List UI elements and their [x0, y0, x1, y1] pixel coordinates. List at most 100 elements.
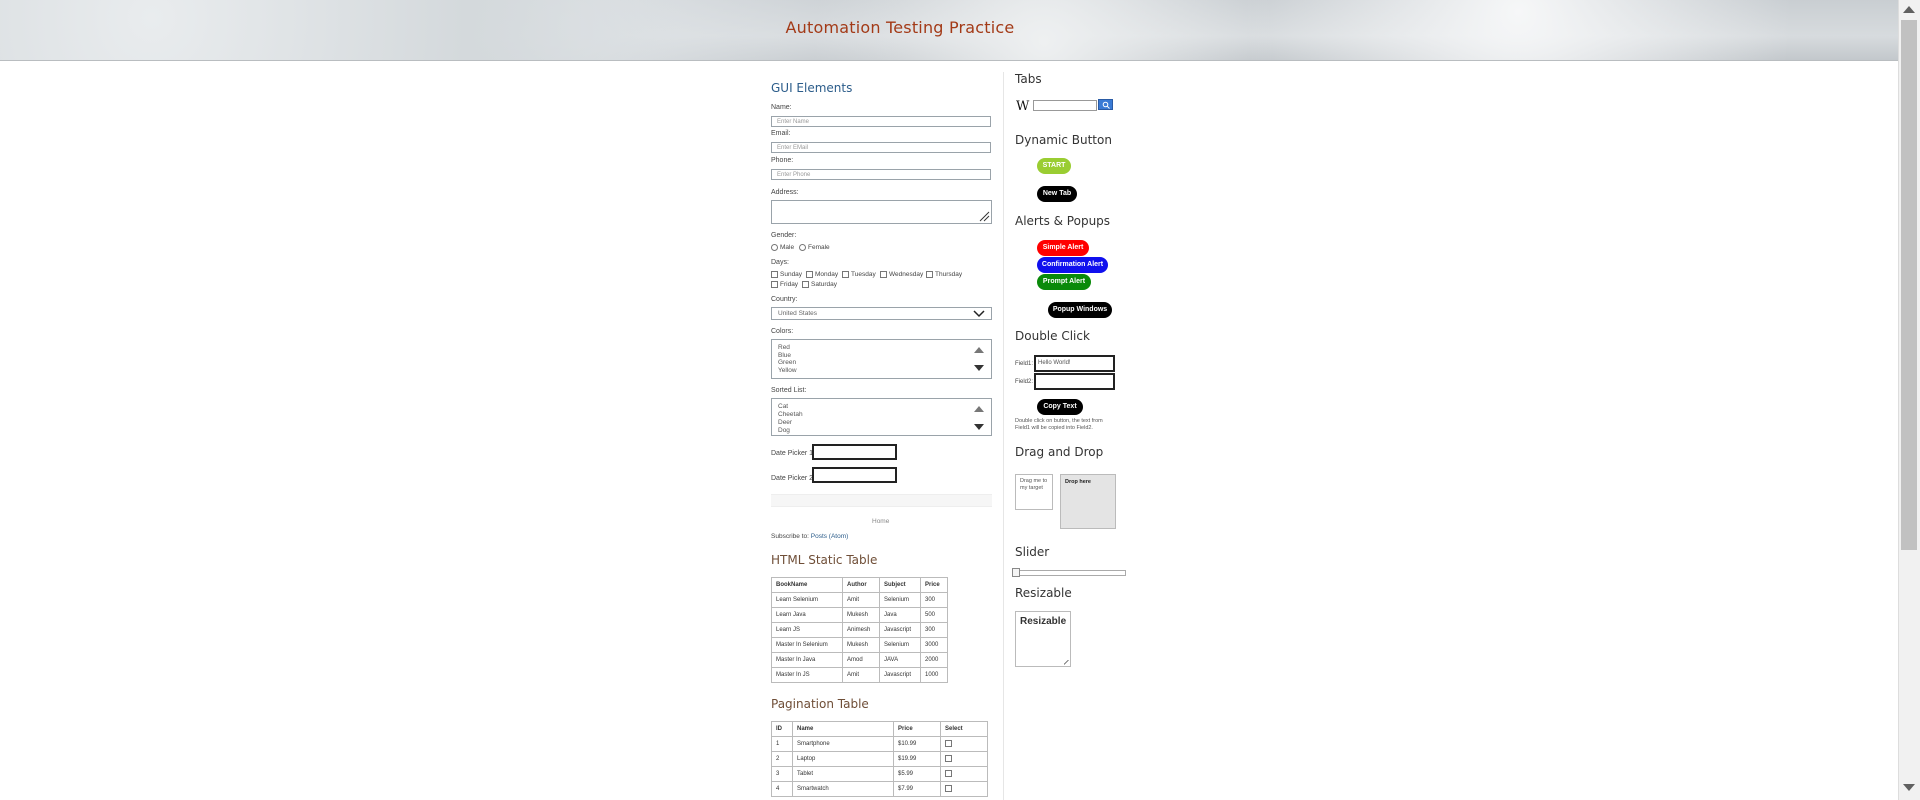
- gui-elements-title: GUI Elements: [771, 81, 853, 95]
- popup-windows-button[interactable]: Popup Windows: [1048, 302, 1112, 318]
- friday-checkbox[interactable]: [771, 281, 778, 288]
- animal-option[interactable]: Deer: [778, 419, 803, 427]
- column-header: Subject: [879, 577, 921, 593]
- gender-female-option[interactable]: Female: [799, 244, 830, 251]
- country-selected-value: United States: [778, 310, 818, 317]
- date-picker-1-input[interactable]: [812, 444, 897, 460]
- resizable-box[interactable]: Resizable: [1015, 611, 1071, 667]
- phone-input[interactable]: Enter Phone: [771, 169, 991, 180]
- color-option[interactable]: Red: [778, 344, 797, 352]
- row-select-checkbox[interactable]: [945, 770, 952, 778]
- field2-label: Field2:: [1015, 379, 1034, 385]
- subscribe-line: Subscribe to: Posts (Atom): [771, 533, 848, 540]
- color-option[interactable]: Blue: [778, 352, 797, 360]
- table-cell: $5.99: [893, 766, 941, 782]
- day-thursday[interactable]: Thursday: [926, 271, 962, 278]
- sorted-listbox[interactable]: Cat Cheetah Deer Dog: [771, 398, 992, 436]
- animal-option[interactable]: Cat: [778, 403, 803, 411]
- colors-options[interactable]: Red Blue Green Yellow: [778, 344, 797, 374]
- slider-handle[interactable]: [1012, 568, 1020, 577]
- listbox-scroll-up-icon[interactable]: [973, 405, 985, 413]
- day-sunday[interactable]: Sunday: [771, 271, 802, 278]
- wednesday-checkbox[interactable]: [880, 271, 887, 278]
- scrollbar-thumb[interactable]: [1901, 20, 1917, 550]
- day-friday[interactable]: Friday: [771, 281, 798, 288]
- table-cell: Tablet: [792, 766, 894, 782]
- column-header: Author: [842, 577, 880, 593]
- gender-male-option[interactable]: Male: [771, 244, 794, 251]
- select-cell: [940, 781, 988, 797]
- table-header-row: BookName Author Subject Price: [771, 577, 948, 593]
- day-tuesday[interactable]: Tuesday: [842, 271, 876, 278]
- male-label: Male: [780, 244, 795, 252]
- table-cell: $10.99: [893, 736, 941, 752]
- name-label: Name:: [771, 104, 792, 111]
- monday-checkbox[interactable]: [806, 271, 813, 278]
- female-radio[interactable]: [799, 244, 806, 251]
- day-label: Sunday: [780, 271, 803, 279]
- animal-option[interactable]: Dog: [778, 427, 803, 435]
- wikipedia-search-input[interactable]: [1033, 100, 1097, 111]
- home-link[interactable]: Home: [872, 518, 889, 525]
- copy-text-button[interactable]: Copy Text: [1037, 399, 1083, 415]
- email-label: Email:: [771, 130, 791, 137]
- column-header: BookName: [771, 577, 843, 593]
- row-select-checkbox[interactable]: [945, 785, 952, 793]
- animal-option[interactable]: Cheetah: [778, 411, 803, 419]
- sorted-options[interactable]: Cat Cheetah Deer Dog: [778, 403, 803, 435]
- resize-handle-icon[interactable]: [1064, 660, 1069, 665]
- table-cell: Learn JS: [771, 622, 843, 638]
- thursday-checkbox[interactable]: [926, 271, 933, 278]
- color-option[interactable]: Green: [778, 359, 797, 367]
- day-monday[interactable]: Monday: [806, 271, 838, 278]
- tuesday-checkbox[interactable]: [842, 271, 849, 278]
- row-select-checkbox[interactable]: [945, 755, 952, 763]
- resize-grip-icon[interactable]: [978, 210, 990, 222]
- prompt-alert-button[interactable]: Prompt Alert: [1037, 274, 1091, 290]
- day-label: Tuesday: [851, 271, 876, 279]
- listbox-scroll-up-icon[interactable]: [973, 346, 985, 354]
- double-click-hint: Double click on button, the text from Fi…: [1015, 418, 1103, 431]
- email-input[interactable]: Enter EMail: [771, 142, 991, 153]
- wikipedia-search-button[interactable]: [1098, 99, 1113, 110]
- slider-track[interactable]: [1013, 570, 1126, 576]
- color-option[interactable]: Yellow: [778, 367, 797, 375]
- simple-alert-button[interactable]: Simple Alert: [1037, 240, 1089, 256]
- day-label: Thursday: [935, 271, 963, 279]
- table-cell: 2000: [920, 652, 948, 668]
- name-input[interactable]: Enter Name: [771, 116, 991, 127]
- table-cell: Laptop: [792, 751, 894, 767]
- day-wednesday[interactable]: Wednesday: [880, 271, 923, 278]
- droppable-target[interactable]: Drop here: [1060, 474, 1116, 529]
- sunday-checkbox[interactable]: [771, 271, 778, 278]
- row-select-checkbox[interactable]: [945, 740, 952, 748]
- table-cell: Selenium: [879, 592, 921, 608]
- listbox-scroll-down-icon[interactable]: [973, 364, 985, 372]
- static-table-title: HTML Static Table: [771, 553, 878, 567]
- phone-label: Phone:: [771, 157, 794, 164]
- column-header: Select: [940, 721, 988, 737]
- alerts-popups-title: Alerts & Popups: [1015, 214, 1111, 228]
- table-cell: 500: [920, 607, 948, 623]
- scroll-down-arrow-icon[interactable]: [1903, 784, 1915, 791]
- scroll-up-arrow-icon[interactable]: [1903, 6, 1915, 13]
- country-select[interactable]: United States: [771, 307, 992, 320]
- field1-input[interactable]: Hello World!: [1034, 355, 1115, 372]
- confirmation-alert-button[interactable]: Confirmation Alert: [1037, 257, 1108, 273]
- draggable-box[interactable]: Drag me to my target: [1015, 474, 1053, 510]
- posts-atom-link[interactable]: Posts (Atom): [811, 533, 849, 540]
- new-tab-button[interactable]: New Tab: [1037, 186, 1077, 202]
- table-cell: Javascript: [879, 622, 921, 638]
- address-textarea[interactable]: [771, 200, 992, 224]
- field2-input[interactable]: [1034, 373, 1115, 390]
- listbox-scroll-down-icon[interactable]: [973, 423, 985, 431]
- day-saturday[interactable]: Saturday: [802, 281, 837, 288]
- address-label: Address:: [771, 189, 799, 196]
- male-radio[interactable]: [771, 244, 778, 251]
- start-button[interactable]: START: [1037, 158, 1071, 174]
- table-cell: 300: [920, 622, 948, 638]
- colors-listbox[interactable]: Red Blue Green Yellow: [771, 339, 992, 379]
- date-picker-2-input[interactable]: [812, 467, 897, 483]
- saturday-checkbox[interactable]: [802, 281, 809, 288]
- double-click-title: Double Click: [1015, 329, 1090, 343]
